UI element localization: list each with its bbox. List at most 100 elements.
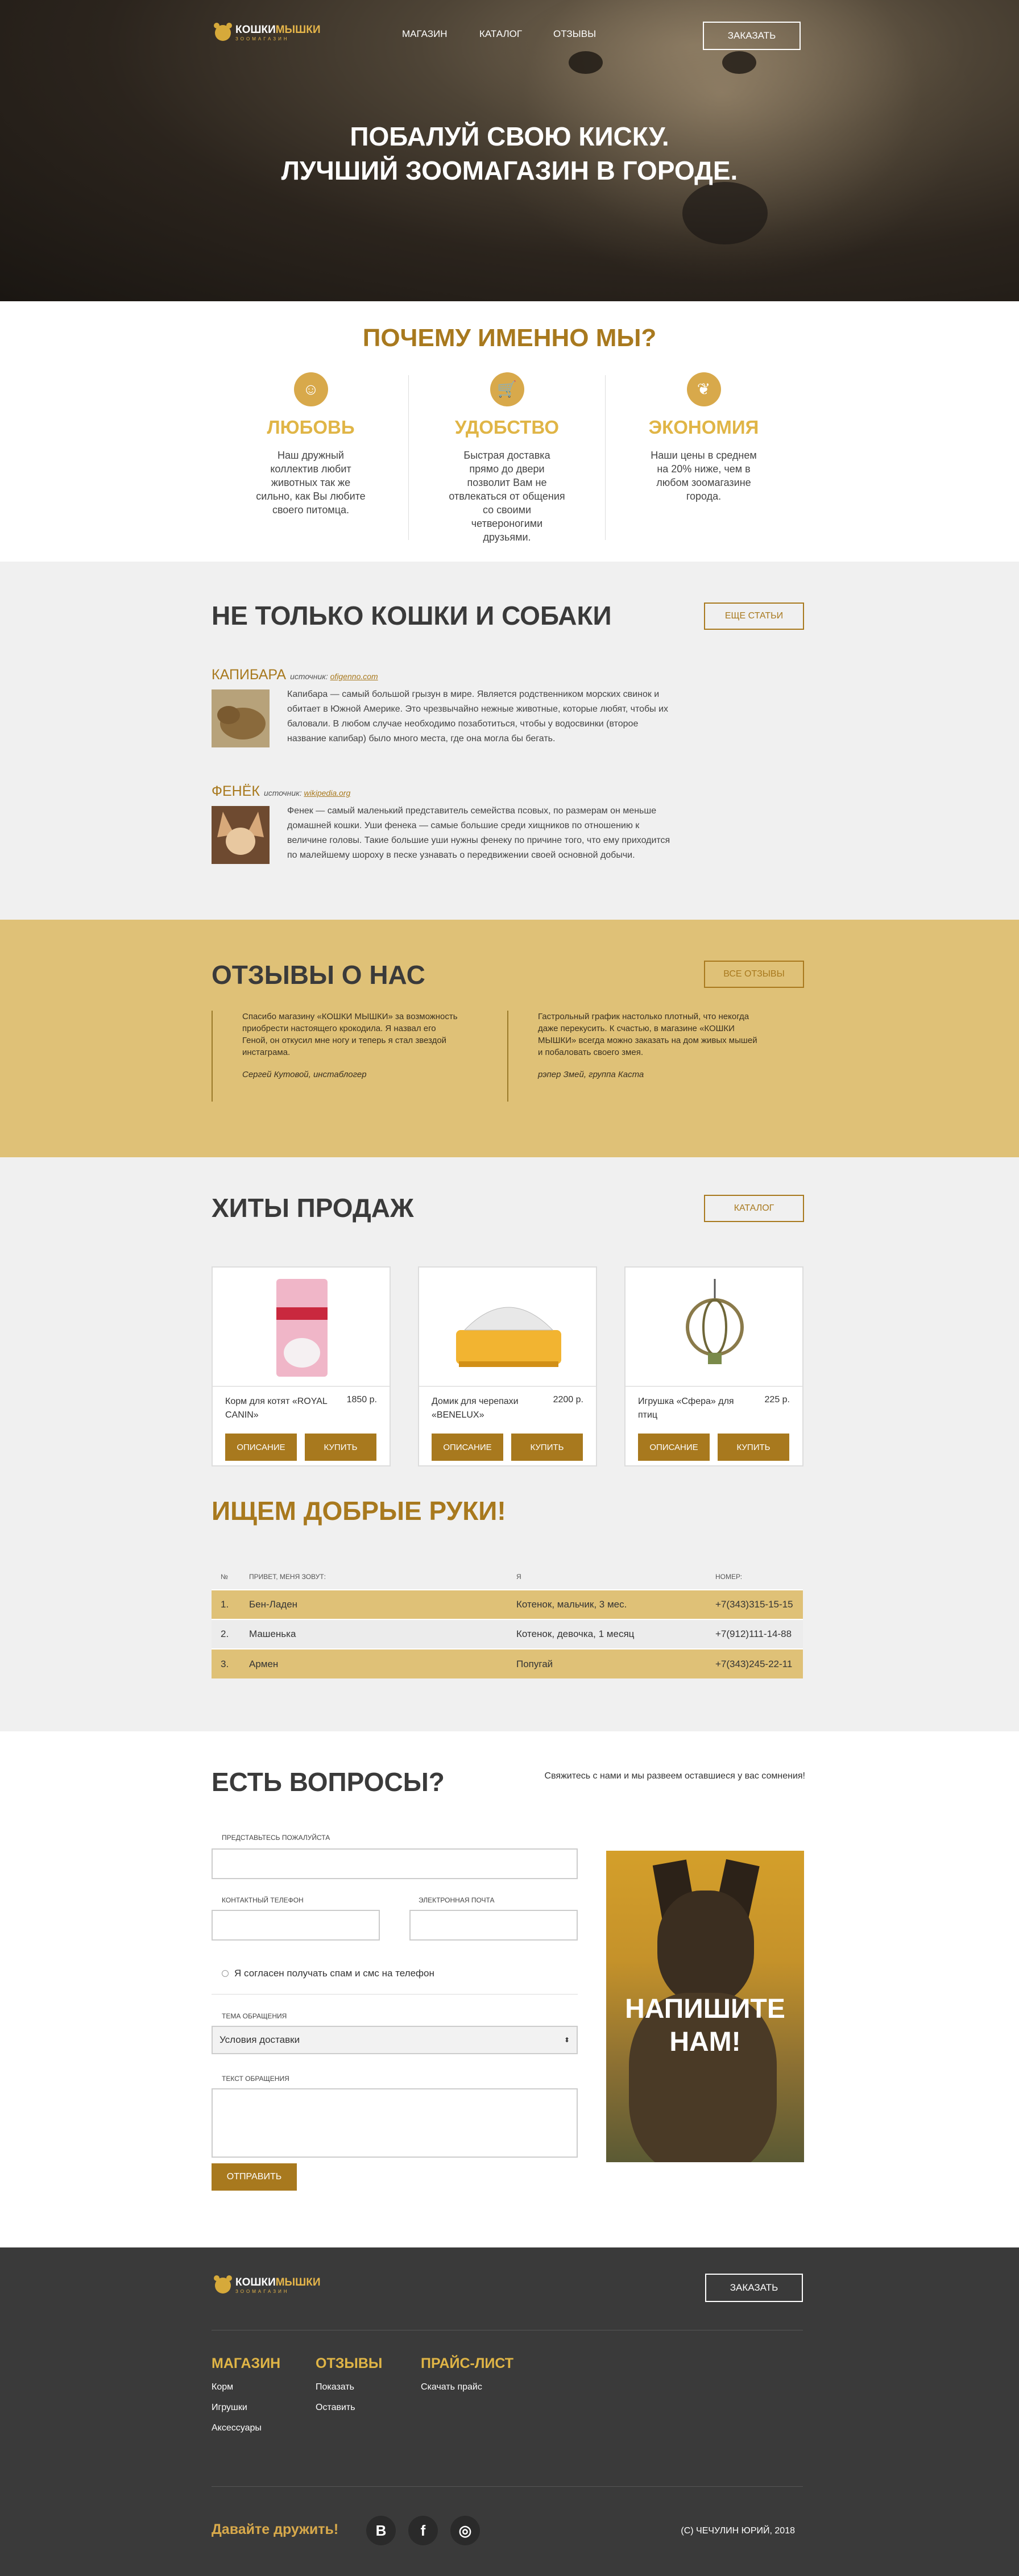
footer-column-title: ПРАЙС-ЛИСТ [421, 2355, 514, 2371]
why-title: ПОЧЕМУ ИМЕННО МЫ? [362, 324, 657, 352]
feature-title: ЭКОНОМИЯ [648, 417, 759, 438]
product-name: Домик для черепахи «BENELUX» [432, 1397, 519, 1420]
footer-link[interactable]: Корм [212, 2382, 280, 2392]
adopt-title: ИЩЕМ ДОБРЫЕ РУКИ! [212, 1496, 506, 1526]
product-price: 225 р. [764, 1395, 790, 1405]
article-text: Фенек — самый маленький представитель се… [287, 806, 670, 860]
footer-link[interactable]: Аксессуары [212, 2423, 280, 2433]
paw-icon [214, 2275, 232, 2294]
nav-shop[interactable]: МАГАЗИН [402, 28, 447, 40]
review-1: Спасибо магазину «КОШКИ МЫШКИ» за возмож… [212, 1011, 462, 1102]
catalog-button[interactable]: КАТАЛОГ [704, 1195, 804, 1222]
nav-catalog[interactable]: КАТАЛОГ [479, 28, 522, 40]
email-label: ЭЛЕКТРОННАЯ ПОЧТА [419, 1896, 495, 1904]
product-price: 1850 р. [346, 1395, 377, 1405]
people-icon: ☺ [293, 372, 328, 406]
article-title: ФЕНЁК [212, 783, 260, 799]
column-header: Я [516, 1572, 521, 1581]
adopt-table: № ПРИВЕТ, МЕНЯ ЗОВУТ: Я НОМЕР: 1. Бен-Ла… [212, 1564, 803, 1678]
cat-food-image [276, 1279, 328, 1377]
instagram-icon[interactable]: ◎ [450, 2516, 480, 2545]
phone-input[interactable] [212, 1910, 380, 1941]
table-cell: +7(343)315-15-15 [706, 1589, 803, 1619]
cart-icon: 🛒 [490, 372, 524, 406]
vk-icon[interactable]: В [366, 2516, 396, 2545]
send-button[interactable]: ОТПРАВИТЬ [212, 2163, 297, 2191]
article-capybara: КАПИБАРА источник: ofigenno.com Капибара… [212, 667, 689, 752]
nav-reviews[interactable]: ОТЗЫВЫ [553, 28, 596, 40]
feature-text: Быстрая доставка прямо до двери позволит… [449, 450, 565, 543]
phone-label: КОНТАКТНЫЙ ТЕЛЕФОН [222, 1896, 304, 1904]
email-input[interactable] [409, 1910, 578, 1941]
source-label: источник: [290, 672, 328, 681]
footer-link[interactable]: Скачать прайс [421, 2382, 513, 2392]
footer-logo[interactable]: КОШКИМЫШКИ ЗООМАГАЗИН [214, 2275, 321, 2294]
articles-section: НЕ ТОЛЬКО КОШКИ И СОБАКИ ЕЩЕ СТАТЬИ КАПИ… [0, 562, 1019, 920]
buy-button[interactable]: КУПИТЬ [511, 1434, 583, 1461]
order-button[interactable]: ЗАКАЗАТЬ [703, 22, 801, 50]
top-nav: КОШКИМЫШКИ ЗООМАГАЗИН МАГАЗИН КАТАЛОГ ОТ… [0, 22, 1019, 50]
hero: КОШКИМЫШКИ ЗООМАГАЗИН МАГАЗИН КАТАЛОГ ОТ… [0, 0, 1019, 301]
logo-accent: МЫШКИ [275, 2276, 321, 2288]
product-name: Игрушка «Сфера» для птиц [638, 1397, 734, 1420]
buy-button[interactable]: КУПИТЬ [305, 1434, 376, 1461]
review-text: Спасибо магазину «КОШКИ МЫШКИ» за возмож… [242, 1012, 458, 1057]
turtle-house-image [456, 1307, 561, 1367]
spam-checkbox-row[interactable]: Я согласен получать спам и смс на телефо… [222, 1968, 434, 1979]
footer-column-reviews: ОТЗЫВЫ Показать Оставить [316, 2355, 382, 2413]
footer-link[interactable]: Игрушки [212, 2403, 280, 2413]
review-text: Гастрольный график настолько плотный, чт… [538, 1012, 757, 1057]
topic-select[interactable]: Условия доставки ⬍ [212, 2026, 578, 2054]
spam-checkbox[interactable] [222, 1970, 229, 1977]
more-articles-button[interactable]: ЕЩЕ СТАТЬИ [704, 603, 804, 630]
paw-icon [214, 23, 232, 41]
footer-order-button[interactable]: ЗАКАЗАТЬ [705, 2274, 803, 2302]
all-reviews-button[interactable]: ВСЕ ОТЗЫВЫ [704, 961, 804, 988]
product-price: 2200 р. [553, 1395, 583, 1405]
article-title: КАПИБАРА [212, 667, 287, 683]
review-author: рэпер Змей, группа Каста [538, 1070, 644, 1079]
table-cell: Армен [240, 1648, 507, 1678]
hero-dog-nose [682, 182, 768, 244]
friends-text: Давайте дружить! [212, 2521, 339, 2537]
banner-text: НАПИШИТЕ НАМ! [625, 1994, 785, 2057]
review-2: Гастрольный график настолько плотный, чт… [507, 1011, 757, 1102]
description-button[interactable]: ОПИСАНИЕ [225, 1434, 297, 1461]
contact-subtitle: Свяжитесь с нами и мы развеем оставшиеся… [544, 1771, 805, 1781]
buy-button[interactable]: КУПИТЬ [718, 1434, 789, 1461]
logo-accent: МЫШКИ [275, 24, 321, 36]
source-link[interactable]: ofigenno.com [330, 672, 378, 681]
message-textarea[interactable] [212, 2088, 578, 2158]
footer-column-title: ОТЗЫВЫ [316, 2355, 383, 2371]
footer-link[interactable]: Оставить [316, 2403, 382, 2413]
source-link[interactable]: wikipedia.org [304, 788, 351, 797]
table-cell: Попугай [507, 1648, 706, 1678]
facebook-icon[interactable]: f [408, 2516, 438, 2545]
feature-text: Наш дружный коллектив любит животных так… [256, 450, 366, 516]
feature-title: ЛЮБОВЬ [267, 417, 355, 438]
footer: КОШКИМЫШКИ ЗООМАГАЗИН ЗАКАЗАТЬ МАГАЗИН К… [0, 2247, 1019, 2576]
logo[interactable]: КОШКИМЫШКИ ЗООМАГАЗИН [214, 23, 321, 41]
contact-title: ЕСТЬ ВОПРОСЫ? [212, 1767, 445, 1797]
hero-title: ПОБАЛУЙ СВОЮ КИСКУ. ЛУЧШИЙ ЗООМАГАЗИН В Г… [281, 122, 738, 185]
select-arrows-icon: ⬍ [564, 2036, 570, 2044]
table-cell: +7(912)111-14-88 [706, 1619, 803, 1649]
name-label: ПРЕДСТАВЬТЕСЬ ПОЖАЛУЙСТА [222, 1834, 330, 1842]
table-row: 1. Бен-Ладен Котенок, мальчик, 3 мес. +7… [212, 1589, 803, 1619]
copyright: (С) ЧЕЧУЛИН ЮРИЙ, 2018 [681, 2526, 795, 2536]
fennec-image [212, 806, 270, 864]
product-card: Корм для котят «ROYAL CANIN» 1850 р. ОПИ… [212, 1266, 391, 1466]
article-fennec: ФЕНЁК источник: wikipedia.org Фенек — са… [212, 783, 689, 869]
leaf-icon: ❦ [686, 372, 721, 406]
description-button[interactable]: ОПИСАНИЕ [638, 1434, 710, 1461]
contact-section: ЕСТЬ ВОПРОСЫ? Свяжитесь с нами и мы разв… [0, 1731, 1019, 2255]
footer-link[interactable]: Показать [316, 2382, 382, 2392]
table-header: № ПРИВЕТ, МЕНЯ ЗОВУТ: Я НОМЕР: [212, 1564, 803, 1590]
name-input[interactable] [212, 1848, 578, 1879]
description-button[interactable]: ОПИСАНИЕ [432, 1434, 503, 1461]
feature-title: УДОБСТВО [454, 417, 560, 438]
table-cell: Бен-Ладен [240, 1589, 507, 1619]
table-cell: +7(343)245-22-11 [706, 1648, 803, 1678]
feature-convenience: 🛒 УДОБСТВО Быстрая доставка прямо до две… [409, 372, 605, 544]
logo-text: КОШКИ [235, 24, 276, 36]
